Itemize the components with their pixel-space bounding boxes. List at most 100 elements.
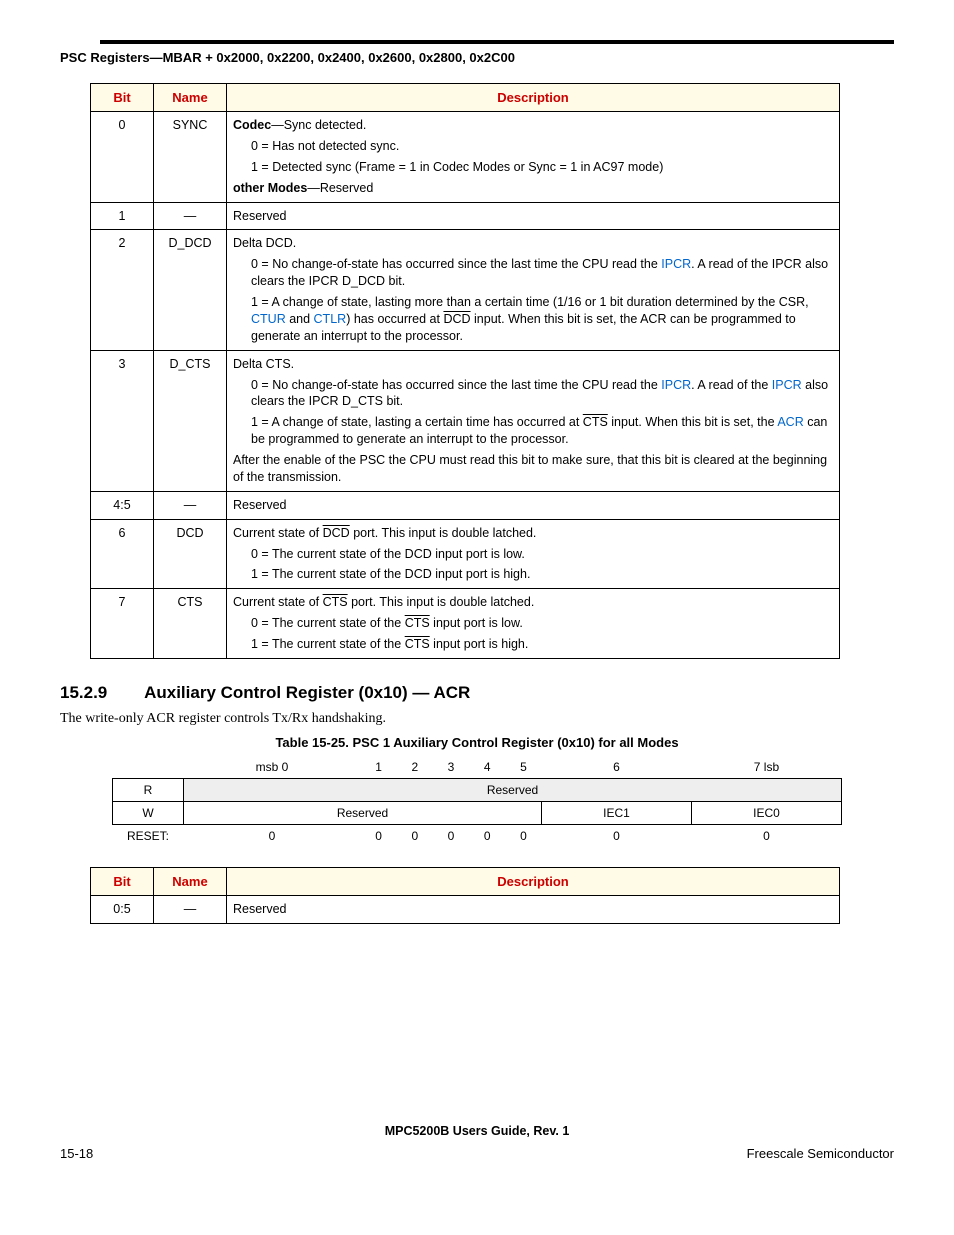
table-row: 3 D_CTS Delta CTS. 0 = No change-of-stat…: [91, 350, 840, 491]
text: Current state of: [233, 526, 323, 540]
col-desc: Description: [227, 867, 840, 895]
table-row: 2 D_DCD Delta DCD. 0 = No change-of-stat…: [91, 230, 840, 350]
name-cell: SYNC: [154, 112, 227, 203]
bit-cell: 0: [91, 112, 154, 203]
text: input port is high.: [430, 637, 529, 651]
text: Current state of: [233, 595, 323, 609]
col-desc: Description: [227, 84, 840, 112]
page-header: PSC Registers—MBAR + 0x2000, 0x2200, 0x2…: [60, 50, 894, 65]
row-label-r: R: [113, 778, 184, 801]
footer-right: Freescale Semiconductor: [747, 1146, 894, 1161]
text: 1 = The current state of the DCD input p…: [233, 566, 833, 583]
bit-description-table-2: Bit Name Description 0:5 — Reserved: [90, 867, 840, 924]
bit-hdr: 2: [397, 756, 433, 779]
page-number: 15-18: [60, 1146, 93, 1161]
text: DCD: [323, 526, 350, 540]
w-iec0: IEC0: [691, 801, 841, 824]
link-ipcr[interactable]: IPCR: [661, 257, 691, 271]
bit-hdr: 1: [361, 756, 397, 779]
bit-cell: 1: [91, 202, 154, 230]
reset-val: 0: [469, 824, 505, 847]
reset-val: 0: [361, 824, 397, 847]
text: 0 = Has not detected sync.: [233, 138, 833, 155]
col-name: Name: [154, 867, 227, 895]
section-number: 15.2.9: [60, 683, 140, 703]
link-ctlr[interactable]: CTLR: [314, 312, 347, 326]
bit-cell: 6: [91, 519, 154, 589]
reset-val: 0: [542, 824, 692, 847]
table-row: 0:5 — Reserved: [91, 895, 840, 923]
table-row: 1 — Reserved: [91, 202, 840, 230]
bit-hdr: 7 lsb: [691, 756, 841, 779]
text: 0 = The current state of the: [251, 616, 405, 630]
text: input. When this bit is set, the: [608, 415, 778, 429]
reset-val: 0: [691, 824, 841, 847]
desc-cell: Reserved: [227, 491, 840, 519]
link-ctur[interactable]: CTUR: [251, 312, 286, 326]
text: and: [286, 312, 314, 326]
section-title: Auxiliary Control Register (0x10) — ACR: [144, 683, 470, 702]
name-cell: —: [154, 202, 227, 230]
name-cell: DCD: [154, 519, 227, 589]
text: —Sync detected.: [271, 118, 366, 132]
col-bit: Bit: [91, 867, 154, 895]
text: Codec: [233, 118, 271, 132]
text: After the enable of the PSC the CPU must…: [233, 452, 833, 486]
name-cell: —: [154, 895, 227, 923]
reset-val: 0: [184, 824, 361, 847]
text: 0 = The current state of the DCD input p…: [233, 546, 833, 563]
bit-cell: 4:5: [91, 491, 154, 519]
desc-cell: Current state of CTS port. This input is…: [227, 589, 840, 659]
text: port. This input is double latched.: [350, 526, 537, 540]
footer-center: MPC5200B Users Guide, Rev. 1: [60, 1124, 894, 1138]
desc-cell: Delta CTS. 0 = No change-of-state has oc…: [227, 350, 840, 491]
text: ) has occurred at: [346, 312, 443, 326]
w-reserved: Reserved: [184, 801, 542, 824]
text: 0 = No change-of-state has occurred sinc…: [251, 257, 661, 271]
name-cell: D_DCD: [154, 230, 227, 350]
name-cell: CTS: [154, 589, 227, 659]
text: . A read of the: [691, 378, 772, 392]
bit-cell: 0:5: [91, 895, 154, 923]
desc-cell: Codec—Sync detected. 0 = Has not detecte…: [227, 112, 840, 203]
desc-cell: Reserved: [227, 895, 840, 923]
text: other Modes: [233, 181, 307, 195]
bit-cell: 3: [91, 350, 154, 491]
bit-cell: 7: [91, 589, 154, 659]
text: 0 = No change-of-state has occurred sinc…: [251, 378, 661, 392]
text: CTS: [323, 595, 348, 609]
bit-hdr: 3: [433, 756, 469, 779]
top-rule: [100, 40, 894, 44]
link-ipcr[interactable]: IPCR: [772, 378, 802, 392]
w-iec1: IEC1: [542, 801, 692, 824]
link-ipcr[interactable]: IPCR: [661, 378, 691, 392]
text: DCD: [443, 312, 470, 326]
text: 1 = A change of state, lasting more than…: [251, 295, 809, 309]
desc-cell: Delta DCD. 0 = No change-of-state has oc…: [227, 230, 840, 350]
table-row: 7 CTS Current state of CTS port. This in…: [91, 589, 840, 659]
desc-cell: Reserved: [227, 202, 840, 230]
reset-val: 0: [505, 824, 541, 847]
reset-val: 0: [433, 824, 469, 847]
table-row: 0 SYNC Codec—Sync detected. 0 = Has not …: [91, 112, 840, 203]
register-layout-table: msb 0 1 2 3 4 5 6 7 lsb R Reserved W Res…: [112, 756, 842, 847]
bit-hdr: 6: [542, 756, 692, 779]
name-cell: D_CTS: [154, 350, 227, 491]
text: CTS: [405, 616, 430, 630]
bit-description-table-1: Bit Name Description 0 SYNC Codec—Sync d…: [90, 83, 840, 659]
bit-hdr: 4: [469, 756, 505, 779]
reset-val: 0: [397, 824, 433, 847]
text: input port is low.: [430, 616, 523, 630]
table-row: 6 DCD Current state of DCD port. This in…: [91, 519, 840, 589]
col-name: Name: [154, 84, 227, 112]
text: CTS: [405, 637, 430, 651]
table-caption: Table 15-25. PSC 1 Auxiliary Control Reg…: [60, 735, 894, 750]
section-heading: 15.2.9 Auxiliary Control Register (0x10)…: [60, 683, 894, 703]
section-body: The write-only ACR register controls Tx/…: [60, 711, 894, 727]
desc-cell: Current state of DCD port. This input is…: [227, 519, 840, 589]
bit-cell: 2: [91, 230, 154, 350]
text: Delta CTS.: [233, 357, 294, 371]
bit-hdr: msb 0: [184, 756, 361, 779]
text: Delta DCD.: [233, 236, 296, 250]
link-acr[interactable]: ACR: [777, 415, 803, 429]
